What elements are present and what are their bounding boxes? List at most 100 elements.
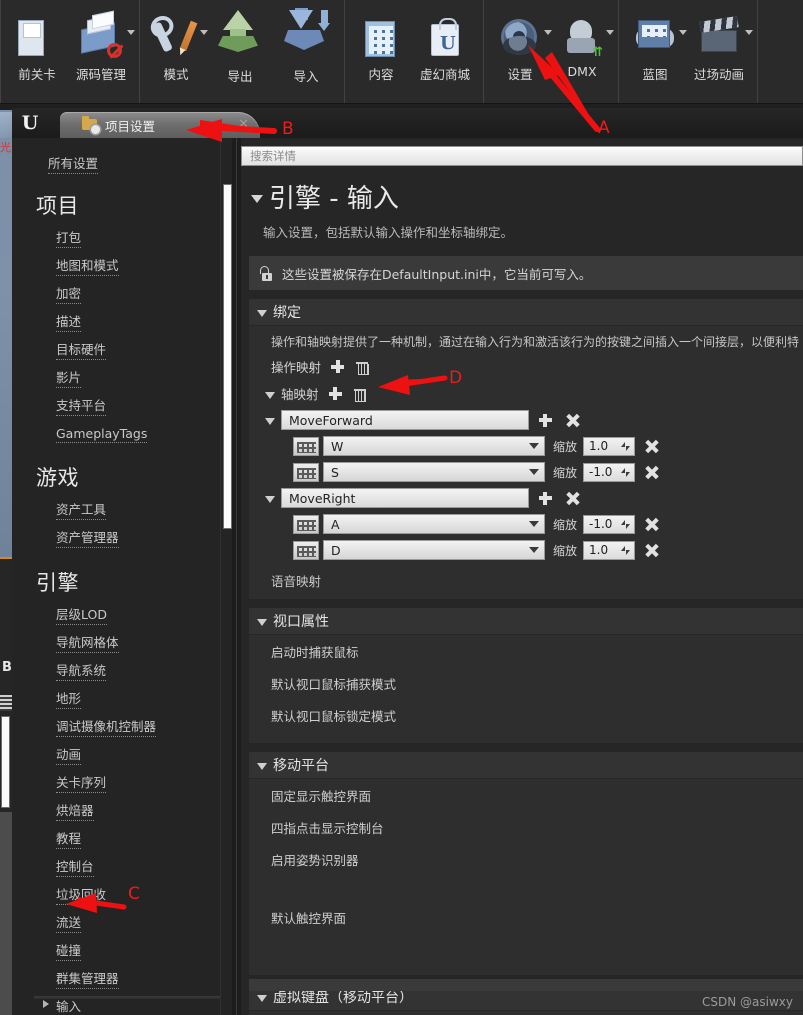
sidebar-item-animation[interactable]: 动画	[56, 740, 232, 768]
sidebar-item-maps-modes[interactable]: 地图和模式	[56, 251, 232, 279]
collapse-caret-icon[interactable]	[256, 619, 267, 626]
sidebar-item-hierarchical-lod[interactable]: 层级LOD	[56, 600, 232, 628]
sidebar-item-description[interactable]: 描述	[56, 307, 232, 335]
toolbar-button-export[interactable]: 导出	[207, 0, 273, 85]
axis-add-key-button[interactable]	[538, 413, 552, 427]
sidebar-item-gameplaytags[interactable]: GameplayTags	[56, 419, 232, 446]
axis-remove-button[interactable]	[566, 492, 579, 505]
scale-input[interactable]: 1.0	[583, 436, 635, 456]
key-select[interactable]: D	[322, 540, 545, 560]
scale-input[interactable]: -1.0	[583, 462, 635, 482]
key-remove-button[interactable]	[645, 440, 658, 453]
toolbar-button-marketplace[interactable]: U 虚幻商城	[412, 0, 478, 83]
spinner-arrows-icon[interactable]	[621, 467, 630, 477]
toolbar-button-import[interactable]: 导入	[273, 0, 339, 85]
cinematics-clapper-icon	[696, 16, 742, 62]
sidebar-item-cooker[interactable]: 烘焙器	[56, 796, 232, 824]
property-row[interactable]: 默认视口鼠标锁定模式	[249, 699, 803, 731]
chevron-down-icon[interactable]	[127, 30, 136, 35]
sidebar-item-streaming[interactable]: 流送	[56, 908, 232, 936]
sidebar-item-movies[interactable]: 影片	[56, 363, 232, 391]
sidebar-item-packaging[interactable]: 打包	[56, 223, 232, 251]
key-remove-button[interactable]	[645, 518, 658, 531]
sidebar-scrollbar-thumb[interactable]	[222, 184, 232, 529]
axis-name-input[interactable]: MoveRight	[280, 488, 529, 508]
sidebar-item-navigation-system[interactable]: 导航系统	[56, 656, 232, 684]
toolbar-button-source-control[interactable]: 源码管理	[68, 0, 136, 83]
spinner-arrows-icon[interactable]	[621, 519, 630, 529]
background-scrollbar[interactable]	[1, 716, 10, 808]
action-mapping-delete-button[interactable]	[356, 360, 369, 375]
toolbar-button-cinematics[interactable]: 过场动画	[686, 0, 754, 83]
property-row[interactable]: 默认触控界面	[249, 901, 803, 933]
key-select[interactable]: S	[322, 462, 545, 482]
panel-splitter[interactable]	[231, 138, 241, 1015]
bindings-section-header[interactable]: 绑定	[248, 299, 803, 326]
key-select[interactable]: W	[322, 436, 545, 456]
chevron-down-icon[interactable]	[745, 30, 754, 35]
property-row[interactable]: 默认视口鼠标捕获模式	[249, 667, 803, 699]
sidebar-item-navigation-mesh[interactable]: 导航网格体	[56, 628, 232, 656]
property-row[interactable]: 固定显示触控界面	[249, 779, 803, 811]
collapse-caret-icon[interactable]	[264, 391, 275, 399]
key-remove-button[interactable]	[645, 544, 658, 557]
sidebar-item-crowd-manager[interactable]: 群集管理器	[56, 964, 232, 992]
sidebar-scrollbar-track[interactable]	[219, 138, 232, 1015]
collapse-caret-icon[interactable]	[256, 310, 267, 317]
scale-input[interactable]: -1.0	[583, 514, 635, 534]
collapse-caret-icon[interactable]	[256, 763, 267, 770]
action-mapping-add-button[interactable]	[331, 360, 344, 373]
close-icon[interactable]: ✕	[238, 118, 249, 131]
keyboard-icon	[292, 540, 319, 560]
spinner-arrows-icon[interactable]	[621, 441, 630, 451]
axis-add-key-button[interactable]	[538, 491, 552, 505]
sidebar-item-landscape[interactable]: 地形	[56, 684, 232, 712]
property-row[interactable]: 四指点击显示控制台	[249, 811, 803, 843]
mobile-section-header[interactable]: 移动平台	[248, 752, 803, 779]
collapse-caret-icon[interactable]	[264, 496, 275, 503]
chevron-right-icon[interactable]	[43, 1000, 49, 1008]
sidebar-item-garbage-collection[interactable]: 垃圾回收	[56, 880, 232, 908]
speech-mappings-label[interactable]: 语音映射	[249, 563, 803, 599]
spinner-arrows-icon[interactable]	[621, 545, 630, 555]
settings-gear-icon	[497, 16, 543, 62]
sidebar-item-asset-manager[interactable]: 资产管理器	[56, 523, 232, 551]
scale-input[interactable]: 1.0	[583, 540, 635, 560]
window-titlebar: U 项目设置 ✕	[12, 108, 803, 138]
key-remove-button[interactable]	[645, 466, 658, 479]
sidebar-item-tutorials[interactable]: 教程	[56, 824, 232, 852]
search-details-input[interactable]: 搜索详情	[240, 146, 803, 166]
sidebar-item-level-sequence[interactable]: 关卡序列	[56, 768, 232, 796]
collapse-caret-icon[interactable]	[256, 995, 267, 1002]
key-select[interactable]: A	[322, 514, 545, 534]
sidebar-item-all-settings[interactable]: 所有设置	[48, 153, 99, 174]
sidebar-item-supported-platforms[interactable]: 支持平台	[56, 391, 232, 419]
sidebar-item-collision[interactable]: 碰撞	[56, 936, 232, 964]
property-row[interactable]: 启动时捕获鼠标	[249, 635, 803, 667]
property-row[interactable]: 启用姿势识别器	[249, 843, 803, 875]
axis-remove-button[interactable]	[566, 414, 579, 427]
sidebar-item-target-hardware[interactable]: 目标硬件	[56, 335, 232, 363]
viewport-section-header[interactable]: 视口属性	[248, 608, 803, 635]
axis-mapping-delete-button[interactable]	[353, 387, 366, 402]
toolbar-button-save-current-level[interactable]: 前关卡	[6, 0, 68, 83]
scale-value: -1.0	[589, 465, 613, 479]
project-settings-tab[interactable]: 项目设置 ✕	[60, 112, 260, 138]
annotation-label-c: C	[128, 884, 140, 904]
sidebar-item-asset-tools[interactable]: 资产工具	[56, 495, 232, 523]
sidebar-item-encryption[interactable]: 加密	[56, 279, 232, 307]
settings-toolbar-button[interactable]: 设置	[489, 0, 553, 83]
toolbar-button-modes[interactable]: 模式	[145, 0, 209, 83]
toolbar-button-dmx[interactable]: ⇈ DMX	[551, 0, 615, 79]
chevron-down-icon[interactable]	[606, 30, 615, 35]
property-row[interactable]: 使用自动修正	[249, 1011, 803, 1015]
axis-name-input[interactable]: MoveForward	[280, 410, 529, 430]
toolbar-button-content[interactable]: 内容	[350, 0, 412, 83]
collapse-caret-icon[interactable]	[264, 418, 275, 425]
sidebar-item-debug-camera-controller[interactable]: 调试摄像机控制器	[56, 712, 232, 740]
collapse-caret-icon[interactable]	[250, 194, 263, 203]
axis-mappings-label: 轴映射	[280, 387, 319, 402]
sidebar-item-console[interactable]: 控制台	[56, 852, 232, 880]
axis-mapping-add-button[interactable]	[328, 387, 342, 400]
toolbar-button-blueprints[interactable]: 蓝图	[624, 0, 688, 83]
